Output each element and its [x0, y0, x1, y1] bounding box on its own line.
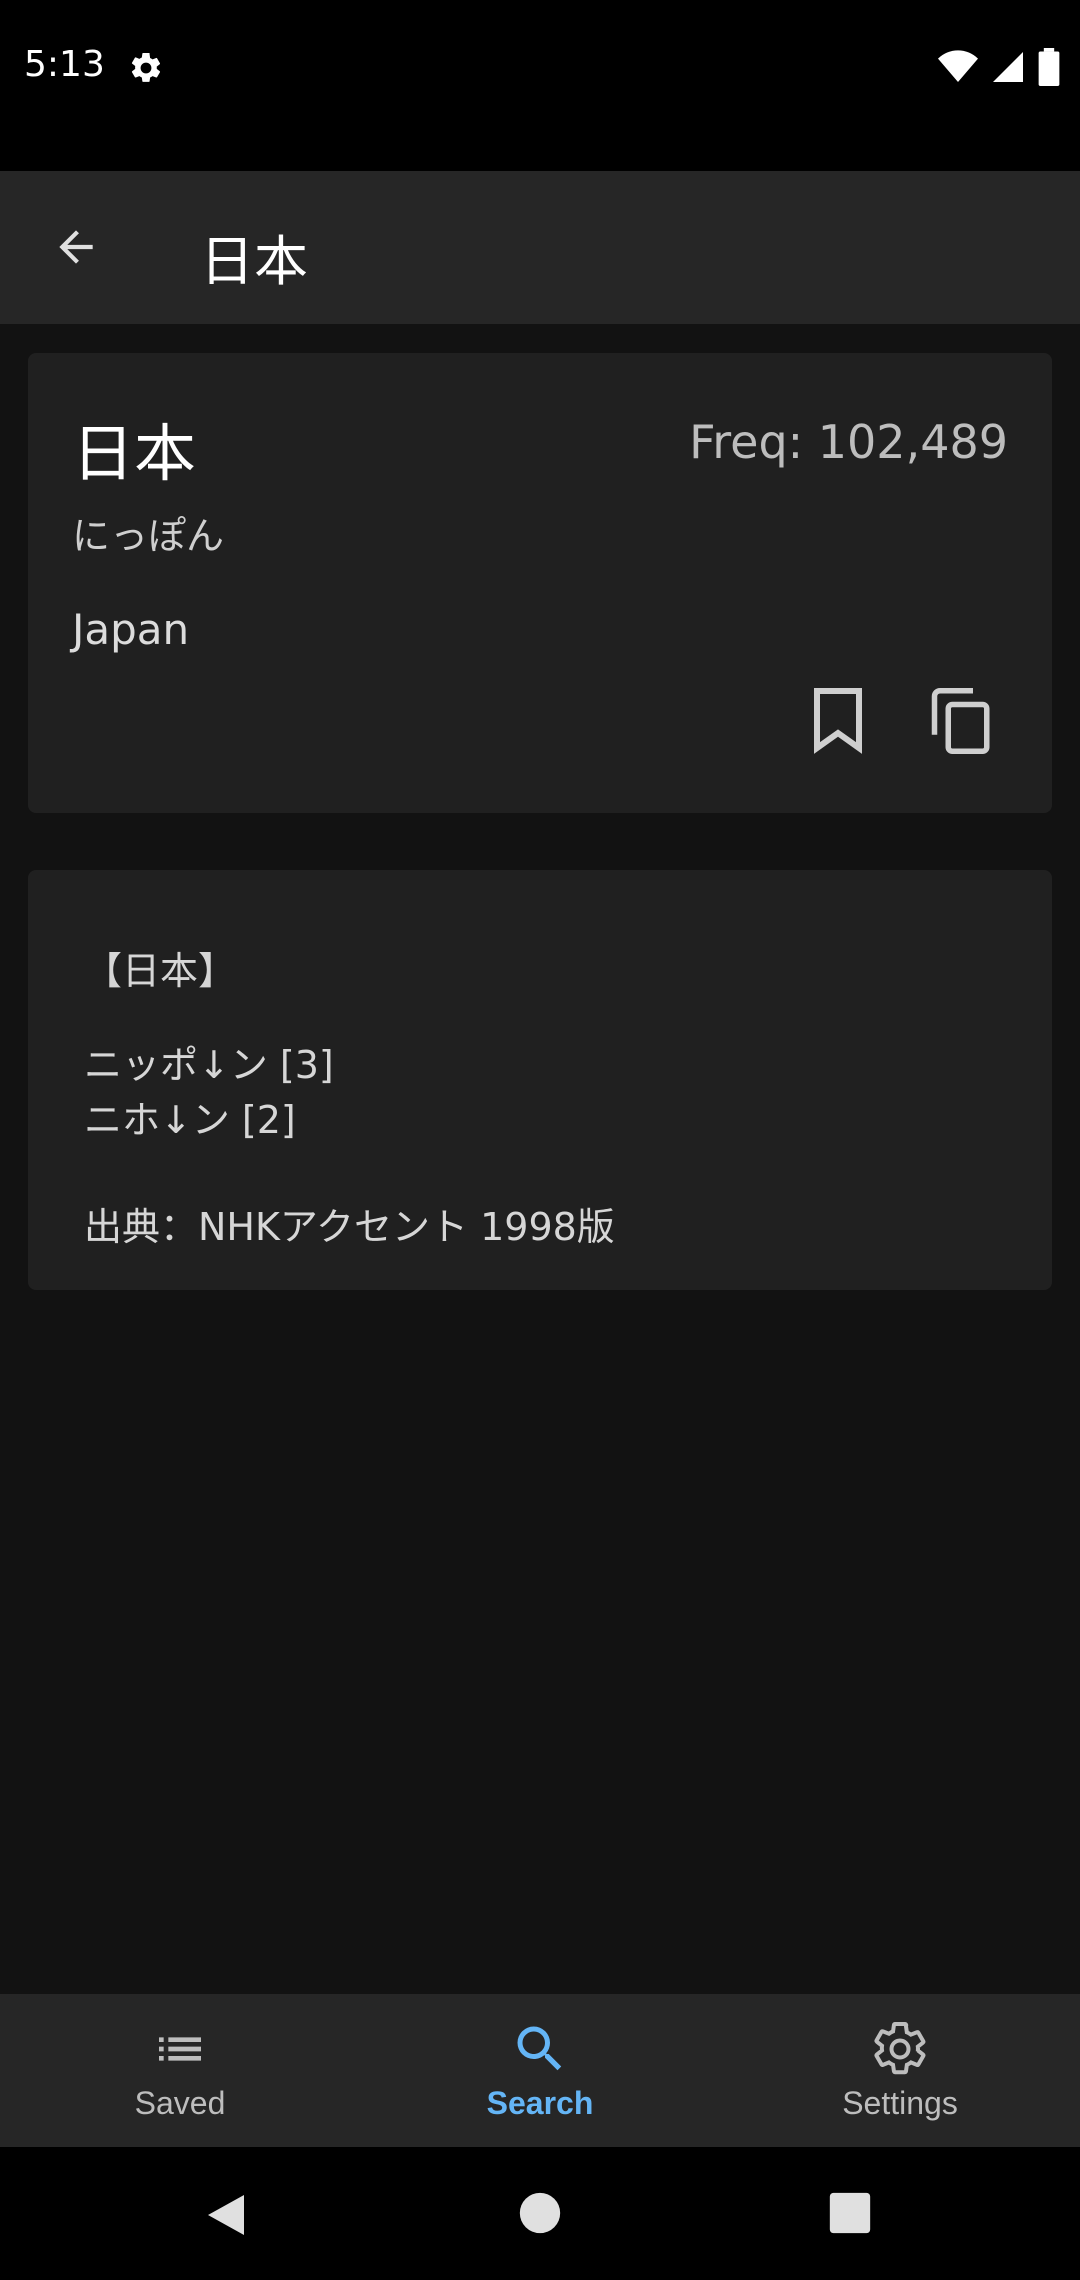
nav-label: Search [486, 2085, 594, 2121]
bookmark-button[interactable] [790, 673, 886, 769]
entry-meaning: Japan [72, 605, 190, 654]
pitch-heading: 【日本】 [84, 949, 237, 993]
pitch-source: 出典：NHKアクセント 1998版 [84, 1205, 615, 1249]
bookmark-icon [814, 688, 862, 754]
battery-icon [1038, 48, 1060, 86]
pitch-line: ニッポ↓ン [3] [84, 1043, 334, 1087]
copy-icon [931, 688, 990, 754]
frequency-label: Freq: 102,489 [689, 415, 1008, 469]
back-button[interactable] [40, 211, 112, 283]
gear-icon [870, 2019, 930, 2079]
list-icon [150, 2019, 210, 2079]
system-nav-bar [0, 2147, 1080, 2280]
status-time: 5:13 [24, 44, 105, 85]
entry-word: 日本 [72, 417, 197, 490]
copy-button[interactable] [914, 673, 1010, 769]
bottom-nav: Saved Search Settings [0, 1994, 1080, 2147]
status-icons [938, 48, 1060, 86]
nav-item-search[interactable]: Search [360, 1994, 720, 2147]
pitch-accent-card: 【日本】 ニッポ↓ン [3] ニホ↓ン [2] 出典：NHKアクセント 1998… [28, 870, 1052, 1290]
nav-item-settings[interactable]: Settings [720, 1994, 1080, 2147]
nav-item-saved[interactable]: Saved [0, 1994, 360, 2147]
gear-icon [131, 52, 161, 82]
app-bar: 日本 [0, 171, 1080, 324]
entry-reading: にっぽん [72, 514, 225, 558]
recents-square-icon[interactable] [828, 2191, 872, 2235]
nav-label: Settings [842, 2085, 958, 2121]
pitch-list: ニッポ↓ン [3] ニホ↓ン [2] [84, 1038, 334, 1148]
signal-icon [993, 52, 1023, 82]
status-bar: 5:13 [0, 0, 1080, 171]
page-title: 日本 [200, 230, 308, 293]
nav-label: Saved [134, 2085, 226, 2121]
arrow-left-icon [59, 230, 93, 264]
back-triangle-icon[interactable] [204, 2191, 248, 2239]
home-circle-icon[interactable] [518, 2191, 562, 2235]
search-icon [510, 2019, 570, 2079]
wifi-icon [938, 50, 978, 82]
entry-card: 日本 Freq: 102,489 にっぽん Japan [28, 353, 1052, 813]
pitch-line: ニホ↓ン [2] [84, 1098, 296, 1142]
